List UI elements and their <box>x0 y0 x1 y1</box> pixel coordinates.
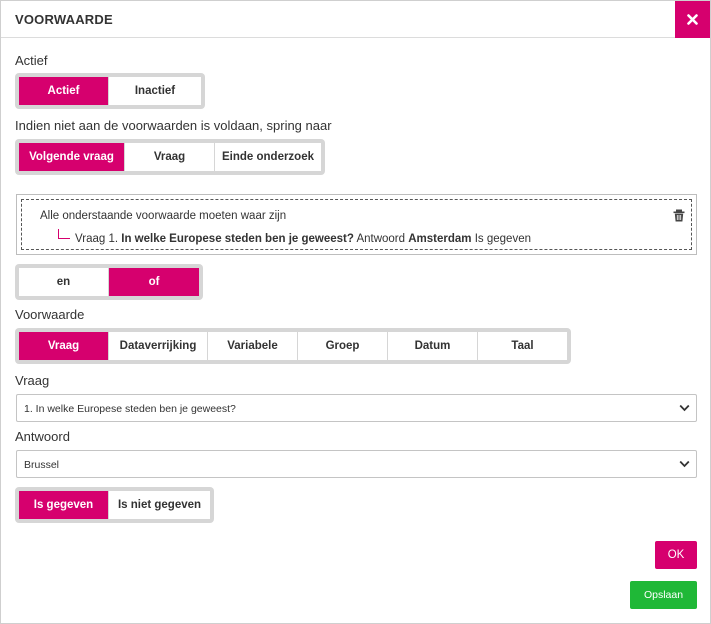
type-option-dataverrijking[interactable]: Dataverrijking <box>109 332 208 360</box>
status-option-actief[interactable]: Actief <box>19 77 109 105</box>
condition-type-label: Voorwaarde <box>15 307 85 322</box>
logic-option-en[interactable]: en <box>19 268 109 296</box>
type-option-variabele[interactable]: Variabele <box>208 332 298 360</box>
answer-select-value: Brussel <box>24 459 60 471</box>
type-option-datum[interactable]: Datum <box>388 332 478 360</box>
condition-question: In welke Europese steden ben je geweest? <box>121 233 354 245</box>
given-toggle: Is gegeven Is niet gegeven <box>15 487 214 523</box>
condition-suffix: Is gegeven <box>474 233 531 245</box>
question-select-value: 1. In welke Europese steden ben je gewee… <box>24 403 236 415</box>
close-icon <box>687 14 698 25</box>
condition-group-heading: Alle onderstaande voorwaarde moeten waar… <box>40 210 287 222</box>
ok-button[interactable]: OK <box>655 541 697 569</box>
save-button[interactable]: Opslaan <box>630 581 697 609</box>
logic-option-of[interactable]: of <box>109 268 199 296</box>
status-option-inactief[interactable]: Inactief <box>109 77 201 105</box>
jump-toggle: Volgende vraag Vraag Einde onderzoek <box>15 139 325 175</box>
jump-option-vraag[interactable]: Vraag <box>125 143 215 171</box>
tree-connector <box>58 229 70 239</box>
logic-toggle: en of <box>15 264 203 300</box>
condition-type-toggle: Vraag Dataverrijking Variabele Groep Dat… <box>15 328 571 364</box>
jump-label: Indien niet aan de voorwaarden is voldaa… <box>15 118 332 133</box>
given-option-is-niet-gegeven[interactable]: Is niet gegeven <box>109 491 210 519</box>
jump-option-einde-onderzoek[interactable]: Einde onderzoek <box>215 143 321 171</box>
condition-list: Alle onderstaande voorwaarde moeten waar… <box>16 194 697 255</box>
chevron-down-icon <box>679 404 690 412</box>
close-button[interactable] <box>675 1 710 38</box>
condition-answer-label: Antwoord <box>356 233 406 245</box>
question-select-label: Vraag <box>15 373 50 388</box>
answer-select[interactable]: Brussel <box>16 450 697 478</box>
given-option-is-gegeven[interactable]: Is gegeven <box>19 491 109 519</box>
condition-prefix: Vraag 1. <box>75 233 119 245</box>
trash-icon[interactable] <box>673 209 685 222</box>
condition-item: Vraag 1. In welke Europese steden ben je… <box>75 233 531 245</box>
type-option-groep[interactable]: Groep <box>298 332 388 360</box>
modal-header: VOORWAARDE <box>1 1 710 38</box>
condition-group: Alle onderstaande voorwaarde moeten waar… <box>21 199 692 250</box>
type-option-taal[interactable]: Taal <box>478 332 567 360</box>
jump-option-volgende-vraag[interactable]: Volgende vraag <box>19 143 125 171</box>
modal-title: VOORWAARDE <box>15 12 113 27</box>
status-toggle: Actief Inactief <box>15 73 205 109</box>
status-label: Actief <box>15 53 48 68</box>
chevron-down-icon <box>679 460 690 468</box>
answer-select-label: Antwoord <box>15 429 70 444</box>
type-option-vraag[interactable]: Vraag <box>19 332 109 360</box>
condition-answer: Amsterdam <box>408 233 472 245</box>
condition-modal: VOORWAARDE Actief Actief Inactief Indien… <box>0 0 711 624</box>
question-select[interactable]: 1. In welke Europese steden ben je gewee… <box>16 394 697 422</box>
